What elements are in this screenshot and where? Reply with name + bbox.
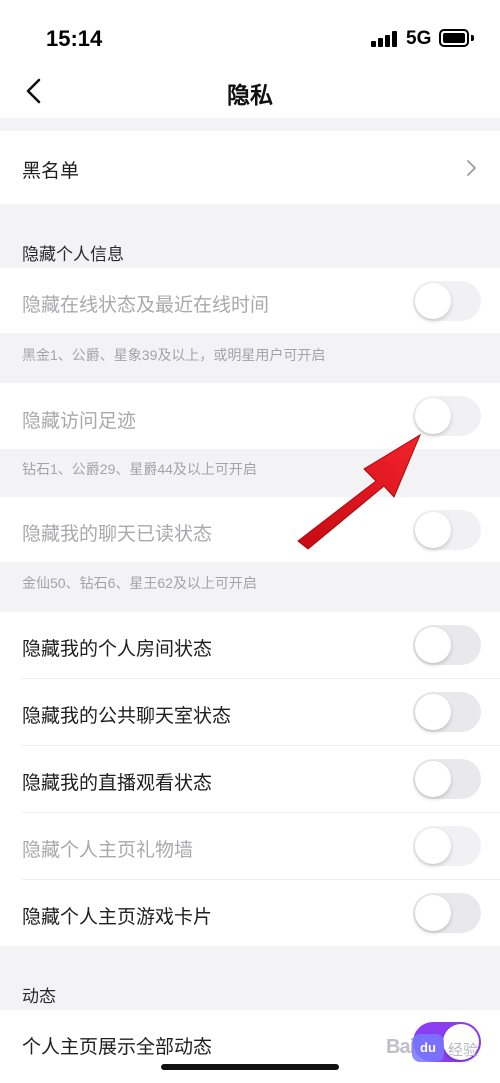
section-header-hide-info: 隐藏个人信息 (22, 245, 124, 264)
setting-row-hide-online-status: 隐藏在线状态及最近在线时间 (0, 268, 500, 333)
setting-row-hide-gift-wall: 隐藏个人主页礼物墙 (0, 813, 500, 879)
setting-label: 隐藏个人主页礼物墙 (22, 840, 194, 861)
hide-gift-wall-toggle[interactable] (413, 826, 481, 866)
hide-online-status-toggle[interactable] (413, 281, 481, 321)
section-header-dynamic: 动态 (22, 987, 56, 1006)
setting-label: 隐藏我的公共聊天室状态 (22, 706, 232, 727)
status-bar: 15:14 5G (0, 0, 500, 70)
settings-group: 隐藏我的个人房间状态 隐藏我的公共聊天室状态 隐藏我的直播观看状态 隐藏个人主页… (0, 612, 500, 946)
setting-label: 隐藏个人主页游戏卡片 (22, 907, 213, 928)
setting-row-hide-chatroom-status: 隐藏我的公共聊天室状态 (0, 679, 500, 745)
setting-label: 隐藏我的个人房间状态 (22, 639, 213, 660)
battery-icon (439, 29, 469, 47)
page-title: 隐私 (227, 82, 273, 108)
battery-cap (471, 35, 474, 41)
setting-hint: 金仙50、钻石6、星王62及以上可开启 (22, 575, 257, 591)
home-indicator[interactable] (161, 1064, 339, 1070)
blacklist-row[interactable]: 黑名单 (0, 131, 500, 204)
hide-chatroom-status-toggle[interactable] (413, 692, 481, 732)
setting-label: 隐藏在线状态及最近在线时间 (22, 295, 270, 316)
hide-live-watching-toggle[interactable] (413, 759, 481, 799)
cellular-signal-icon (371, 31, 399, 47)
setting-row-hide-live-watching: 隐藏我的直播观看状态 (0, 746, 500, 812)
blacklist-label: 黑名单 (22, 161, 80, 182)
network-type: 5G (406, 28, 432, 49)
watermark-suffix: 经验 (448, 1042, 479, 1059)
setting-label: 个人主页展示全部动态 (22, 1037, 213, 1058)
chevron-right-icon (467, 160, 476, 176)
nav-bar: 隐私 (0, 70, 500, 118)
setting-label: 隐藏我的聊天已读状态 (22, 524, 213, 545)
setting-hint: 钻石1、公爵29、星爵44及以上可开启 (22, 461, 257, 477)
setting-row-hide-room-status: 隐藏我的个人房间状态 (0, 612, 500, 678)
hide-room-status-toggle[interactable] (413, 625, 481, 665)
hide-game-card-toggle[interactable] (413, 893, 481, 933)
setting-row-hide-game-card: 隐藏个人主页游戏卡片 (0, 880, 500, 946)
setting-hint: 黑金1、公爵、星象39及以上，或明星用户可开启 (22, 347, 326, 363)
baidu-watermark: Bai du 经验 (386, 1030, 496, 1070)
setting-label: 隐藏我的直播观看状态 (22, 773, 213, 794)
watermark-text: Bai (386, 1036, 415, 1058)
annotation-arrow-icon (297, 433, 422, 550)
setting-label: 隐藏访问足迹 (22, 411, 137, 432)
watermark-badge: du (412, 1034, 444, 1062)
status-time: 15:14 (46, 26, 103, 51)
